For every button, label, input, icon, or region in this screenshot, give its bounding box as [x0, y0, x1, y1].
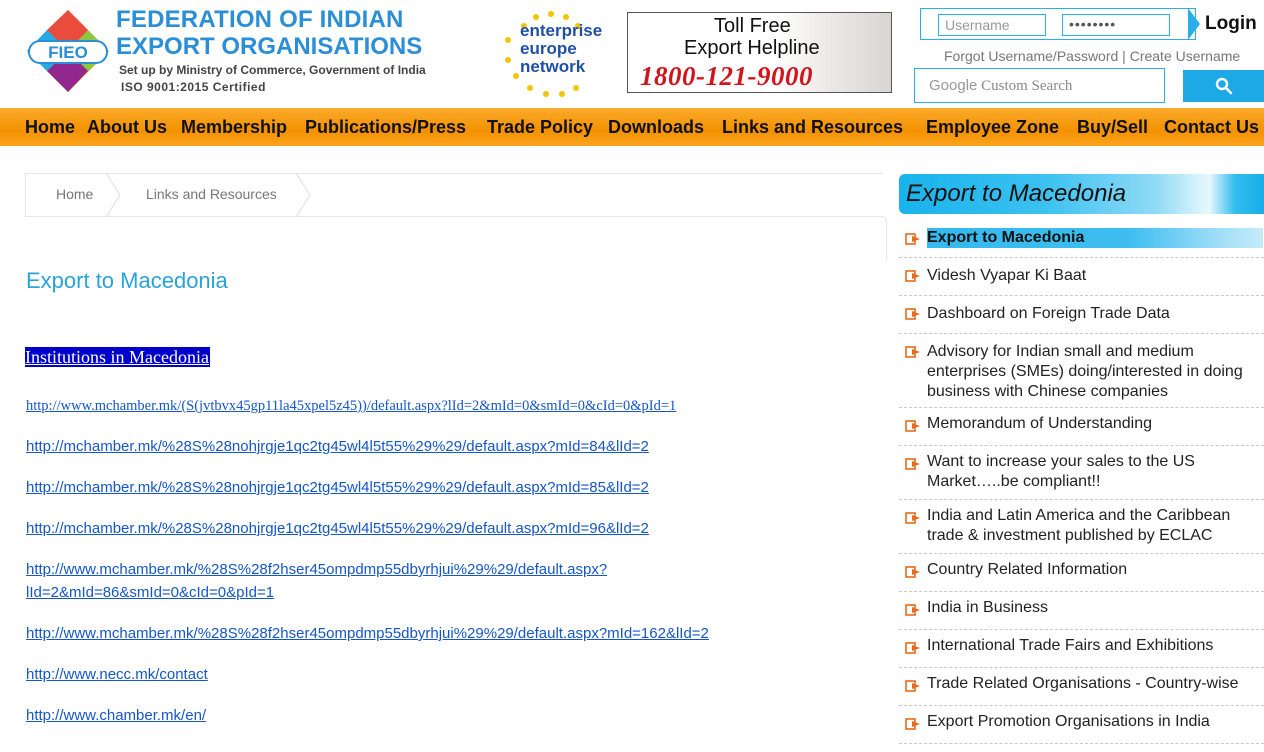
nav-trade-policy[interactable]: Trade Policy	[487, 117, 593, 138]
sidebar-item-label: Dashboard on Foreign Trade Data	[927, 305, 1170, 322]
sidebar-item-label: India in Business	[927, 599, 1048, 616]
helpline-line2: Export Helpline	[684, 37, 820, 59]
sidebar-item-export-promotion[interactable]: Export Promotion Organisations in India	[899, 706, 1264, 744]
sidebar-item-us-market[interactable]: Want to increase your sales to the US Ma…	[899, 446, 1264, 500]
nav-about-us[interactable]: About Us	[87, 117, 167, 138]
sidebar-item-dashboard[interactable]: Dashboard on Foreign Trade Data	[899, 296, 1264, 334]
search-icon	[1215, 77, 1232, 95]
sidebar-item-label: Export Promotion Organisations in India	[927, 713, 1210, 730]
search-placeholder: Custom Search	[981, 78, 1073, 94]
nav-membership[interactable]: Membership	[181, 117, 287, 138]
password-input[interactable]: ••••••••	[1062, 14, 1170, 36]
enterprise-europe-network-logo[interactable]: enterprise europe network	[496, 8, 606, 100]
nav-contact-us[interactable]: Contact Us	[1164, 117, 1259, 138]
nav-buy-sell[interactable]: Buy/Sell	[1077, 117, 1148, 138]
resource-link[interactable]: http://www.necc.mk/contact	[26, 663, 208, 686]
resource-link[interactable]: http://www.mchamber.mk/%28S%28f2hser45om…	[26, 558, 607, 581]
sidebar-item-mou[interactable]: Memorandum of Understanding	[899, 408, 1264, 446]
logo-iso: ISO 9001:2015 Certified	[121, 80, 266, 94]
resource-link[interactable]: http://www.mchamber.mk/%28S%28f2hser45om…	[26, 622, 709, 645]
logo-title-line2: EXPORT ORGANISATIONS	[116, 33, 423, 60]
section-heading[interactable]: Institutions in Macedonia	[25, 347, 210, 367]
main-nav: Home About Us Membership Publications/Pr…	[0, 108, 1264, 146]
sidebar-item-label: Country Related Information	[927, 561, 1128, 578]
een-line1: enterprise	[520, 21, 603, 40]
nav-publications-press[interactable]: Publications/Press	[305, 117, 466, 138]
arrow-right-icon	[905, 458, 920, 470]
logo-subtitle: Set up by Ministry of Commerce, Governme…	[119, 63, 426, 77]
breadcrumb-separator-icon	[106, 173, 121, 217]
login-form: Username •••••••• Login	[920, 8, 1264, 40]
arrow-right-icon	[905, 680, 920, 692]
site-header: FIEO FEDERATION OF INDIAN EXPORT ORGANIS…	[0, 0, 1264, 108]
sidebar-item-label: Want to increase your sales to the US Ma…	[927, 453, 1195, 490]
logo-title-line1: FEDERATION OF INDIAN	[116, 6, 404, 33]
resource-link[interactable]: http://mchamber.mk/%28S%28nohjrgje1qc2tg…	[26, 435, 649, 458]
nav-links-and-resources[interactable]: Links and Resources	[722, 117, 903, 138]
sidebar-item-label: Export to Macedonia	[927, 228, 1263, 248]
arrow-right-icon	[905, 718, 920, 730]
helpline-line1: Toll Free	[714, 15, 791, 37]
sidebar-item-label: Trade Related Organisations - Country-wi…	[927, 675, 1239, 692]
nav-home[interactable]: Home	[25, 117, 75, 138]
arrow-right-icon	[905, 346, 920, 358]
sidebar-item-trade-organisations[interactable]: Trade Related Organisations - Country-wi…	[899, 668, 1264, 706]
sidebar-item-label: India and Latin America and the Caribbea…	[927, 507, 1231, 544]
resource-link[interactable]: http://www.mchamber.mk/(S(jvtbvx45gp11la…	[26, 395, 676, 418]
arrow-right-icon	[905, 512, 920, 524]
sidebar-item-sme-advisory[interactable]: Advisory for Indian small and medium ent…	[899, 334, 1264, 408]
forgot-create-username-link[interactable]: Forgot Username/Password | Create Userna…	[944, 48, 1240, 64]
arrow-right-icon	[905, 604, 920, 616]
arrow-right-icon	[905, 233, 920, 245]
resource-link[interactable]: http://www.chamber.mk/en/	[26, 704, 206, 727]
sidebar-item-india-in-business[interactable]: India in Business	[899, 592, 1264, 630]
sidebar-item-export-to-macedonia[interactable]: Export to Macedonia	[899, 224, 1264, 258]
nav-downloads[interactable]: Downloads	[608, 117, 704, 138]
helpline-number: 1800-121-9000	[640, 61, 813, 91]
svg-text:FIEO: FIEO	[48, 43, 88, 62]
breadcrumb-links-and-resources[interactable]: Links and Resources	[146, 186, 277, 202]
arrow-right-icon	[905, 270, 920, 282]
arrow-right-icon	[905, 642, 920, 654]
sidebar-item-videsh-vyapar[interactable]: Videsh Vyapar Ki Baat	[899, 258, 1264, 296]
fieo-logo-icon[interactable]: FIEO	[27, 10, 109, 92]
toll-free-helpline-banner[interactable]: Toll Free Export Helpline 1800-121-9000	[627, 12, 892, 93]
resource-link[interactable]: http://mchamber.mk/%28S%28nohjrgje1qc2tg…	[26, 476, 649, 499]
sidebar-item-label: International Trade Fairs and Exhibition…	[927, 637, 1214, 654]
sidebar-item-label: Advisory for Indian small and medium ent…	[927, 343, 1243, 400]
login-button[interactable]: Login	[1202, 8, 1264, 40]
arrow-right-icon	[905, 420, 920, 432]
login-arrow-icon	[1188, 8, 1200, 40]
een-line2: europe	[520, 39, 577, 58]
nav-employee-zone[interactable]: Employee Zone	[926, 117, 1059, 138]
sidebar-item-trade-fairs[interactable]: International Trade Fairs and Exhibition…	[899, 630, 1264, 668]
resource-link[interactable]: http://mchamber.mk/%28S%28nohjrgje1qc2tg…	[26, 517, 649, 540]
een-line3: network	[520, 57, 586, 76]
sidebar-title: Export to Macedonia	[906, 180, 1127, 207]
breadcrumb-separator-icon	[296, 173, 311, 217]
arrow-right-icon	[905, 566, 920, 578]
sidebar-item-eclac[interactable]: India and Latin America and the Caribbea…	[899, 500, 1264, 554]
sidebar-item-country-info[interactable]: Country Related Information	[899, 554, 1264, 592]
sidebar-item-label: Videsh Vyapar Ki Baat	[927, 267, 1087, 284]
sidebar-item-label: Memorandum of Understanding	[927, 415, 1153, 432]
search-button[interactable]	[1183, 70, 1264, 102]
resource-link-continued[interactable]: lId=2&mId=86&smId=0&cId=0&pId=1	[26, 581, 274, 604]
search-input[interactable]: Google Custom Search	[914, 68, 1165, 103]
google-brand: Google	[929, 77, 978, 94]
page-title: Export to Macedonia	[26, 268, 228, 293]
username-input[interactable]: Username	[938, 14, 1046, 36]
breadcrumb-home[interactable]: Home	[56, 186, 93, 202]
arrow-right-icon	[905, 308, 920, 320]
